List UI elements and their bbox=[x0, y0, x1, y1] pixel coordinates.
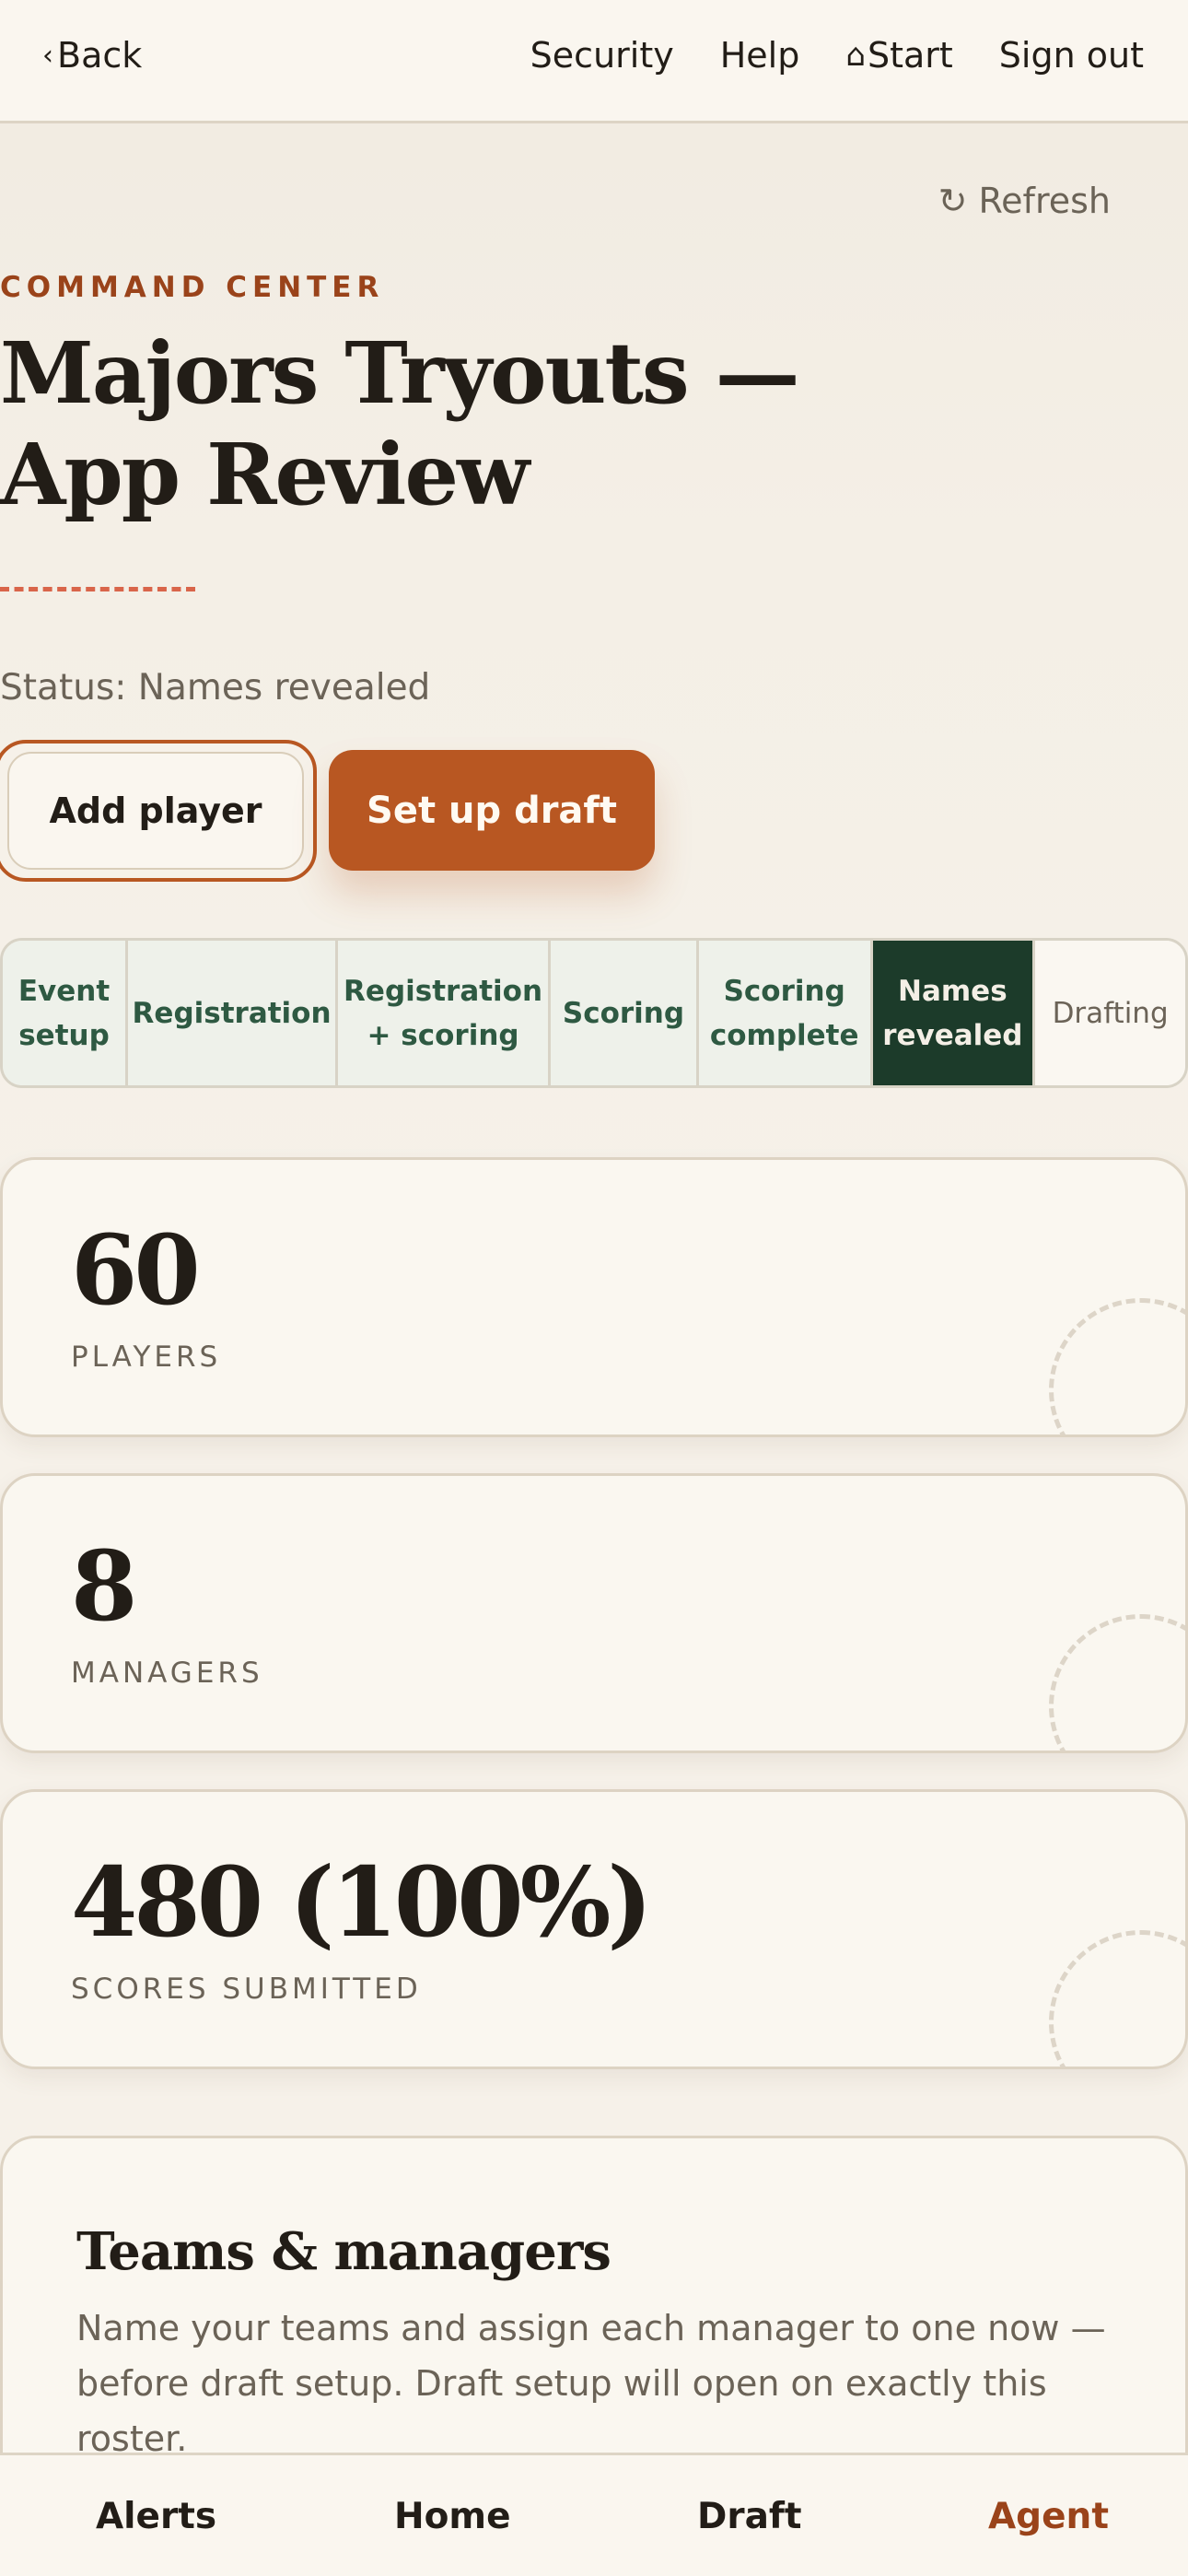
nav-link-start-label: Start bbox=[867, 35, 953, 76]
stat-value: 8 bbox=[71, 1529, 137, 1643]
nav-link-security[interactable]: Security bbox=[530, 35, 674, 76]
bottom-tab-draft[interactable]: Draft bbox=[697, 2496, 802, 2537]
add-player-label: Add player bbox=[7, 752, 304, 870]
stat-label: MANAGERS bbox=[71, 1657, 263, 1690]
step-scoring[interactable]: Scoring bbox=[551, 941, 699, 1085]
refresh-label: Refresh bbox=[978, 181, 1111, 221]
step-registration-scoring[interactable]: Registration + scoring bbox=[338, 941, 552, 1085]
teams-card-description: Name your teams and assign each manager … bbox=[76, 2308, 1106, 2459]
nav-link-help[interactable]: Help bbox=[720, 35, 800, 76]
page: ‹ Back Security Help ⌂ Start Sign out ↻ … bbox=[0, 0, 1188, 2576]
top-navigation: ‹ Back Security Help ⌂ Start Sign out bbox=[0, 0, 1188, 123]
event-status: Status: Names revealed bbox=[0, 667, 431, 708]
home-icon: ⌂ bbox=[845, 37, 866, 74]
nav-link-start[interactable]: ⌂ Start bbox=[845, 35, 952, 76]
back-label: Back bbox=[57, 35, 143, 76]
top-nav-links: Security Help ⌂ Start Sign out bbox=[530, 35, 1144, 76]
decorative-circle bbox=[1049, 1930, 1185, 2067]
chevron-left-icon: ‹ bbox=[42, 39, 53, 72]
step-names-revealed[interactable]: Names revealed bbox=[872, 941, 1036, 1085]
step-event-setup[interactable]: Event setup bbox=[3, 941, 129, 1085]
step-registration[interactable]: Registration bbox=[128, 941, 339, 1085]
phase-stepper: Event setup Registration Registration + … bbox=[0, 938, 1188, 1088]
bottom-tab-alerts[interactable]: Alerts bbox=[96, 2496, 216, 2537]
stat-label: PLAYERS bbox=[71, 1341, 222, 1374]
bottom-tab-agent[interactable]: Agent bbox=[988, 2496, 1109, 2537]
section-eyebrow: COMMAND CENTER bbox=[0, 271, 385, 304]
stat-card-managers: 8 MANAGERS bbox=[0, 1473, 1188, 1753]
refresh-button[interactable]: ↻ Refresh bbox=[938, 181, 1111, 221]
decorative-circle bbox=[1049, 1298, 1185, 1434]
set-up-draft-button[interactable]: Set up draft bbox=[329, 750, 655, 871]
bottom-tab-home[interactable]: Home bbox=[394, 2496, 511, 2537]
step-scoring-complete[interactable]: Scoring complete bbox=[698, 941, 873, 1085]
stat-value: 60 bbox=[71, 1213, 201, 1327]
refresh-icon: ↻ bbox=[938, 181, 968, 221]
bottom-navigation: Alerts Home Draft Agent bbox=[0, 2453, 1188, 2576]
nav-link-sign-out[interactable]: Sign out bbox=[999, 35, 1144, 76]
teams-card-title: Teams & managers bbox=[76, 2221, 611, 2282]
step-drafting[interactable]: Drafting bbox=[1035, 941, 1185, 1085]
decorative-circle bbox=[1049, 1614, 1185, 1751]
page-title: Majors Tryouts — App Review bbox=[0, 323, 800, 524]
stat-label: SCORES SUBMITTED bbox=[71, 1973, 422, 2006]
add-player-button[interactable]: Add player bbox=[0, 740, 317, 882]
stat-value: 480 (100%) bbox=[71, 1845, 653, 1959]
stat-card-players: 60 PLAYERS bbox=[0, 1157, 1188, 1437]
back-link[interactable]: ‹ Back bbox=[42, 35, 142, 76]
stat-card-scores: 480 (100%) SCORES SUBMITTED bbox=[0, 1789, 1188, 2069]
decorative-divider bbox=[0, 587, 195, 591]
